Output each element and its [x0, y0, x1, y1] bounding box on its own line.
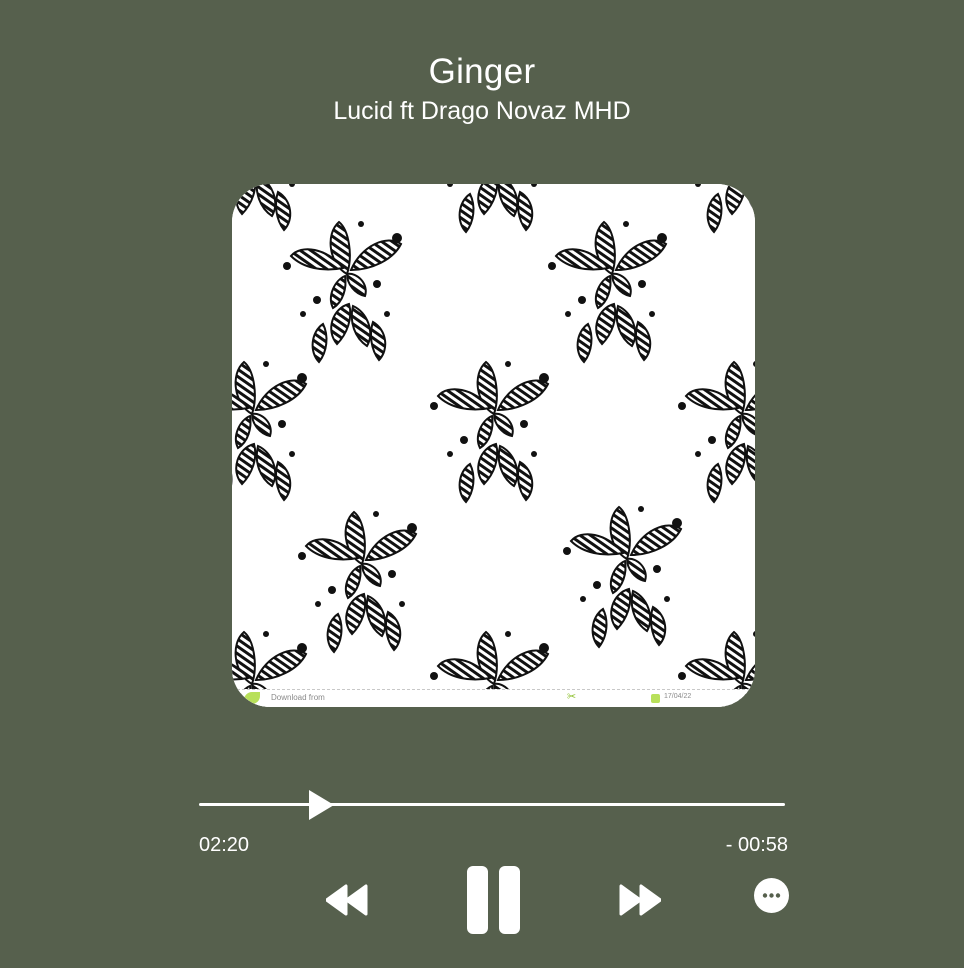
- more-options-icon: [762, 893, 781, 898]
- remaining-time: - 00:58: [725, 834, 788, 856]
- progress-track[interactable]: [199, 803, 785, 806]
- watermark-badge-icon: [651, 694, 660, 703]
- watermark-logo-icon: [244, 692, 260, 704]
- pause-button[interactable]: [467, 866, 521, 934]
- watermark-text: Download from: [271, 693, 325, 702]
- floral-pattern-image: [232, 184, 755, 707]
- watermark-strip: Download from ✂ 17/04/22: [232, 689, 755, 707]
- pause-icon: [467, 866, 488, 934]
- rewind-button[interactable]: [325, 884, 368, 916]
- scissors-icon: ✂: [567, 691, 577, 703]
- pause-bar-right: [499, 866, 520, 934]
- music-player: Ginger Lucid ft Drago Novaz MHD Download…: [0, 0, 964, 968]
- elapsed-time: 02:20: [199, 834, 250, 856]
- rewind-icon: [325, 884, 368, 916]
- progress-thumb[interactable]: [309, 790, 334, 820]
- fast-forward-icon: [619, 884, 662, 916]
- track-artist: Lucid ft Drago Novaz MHD: [333, 97, 631, 125]
- more-options-button[interactable]: [754, 878, 789, 913]
- album-artwork: Download from ✂ 17/04/22: [232, 184, 755, 707]
- track-title: Ginger: [428, 52, 536, 91]
- watermark-date: 17/04/22: [664, 693, 692, 700]
- fast-forward-button[interactable]: [619, 884, 662, 916]
